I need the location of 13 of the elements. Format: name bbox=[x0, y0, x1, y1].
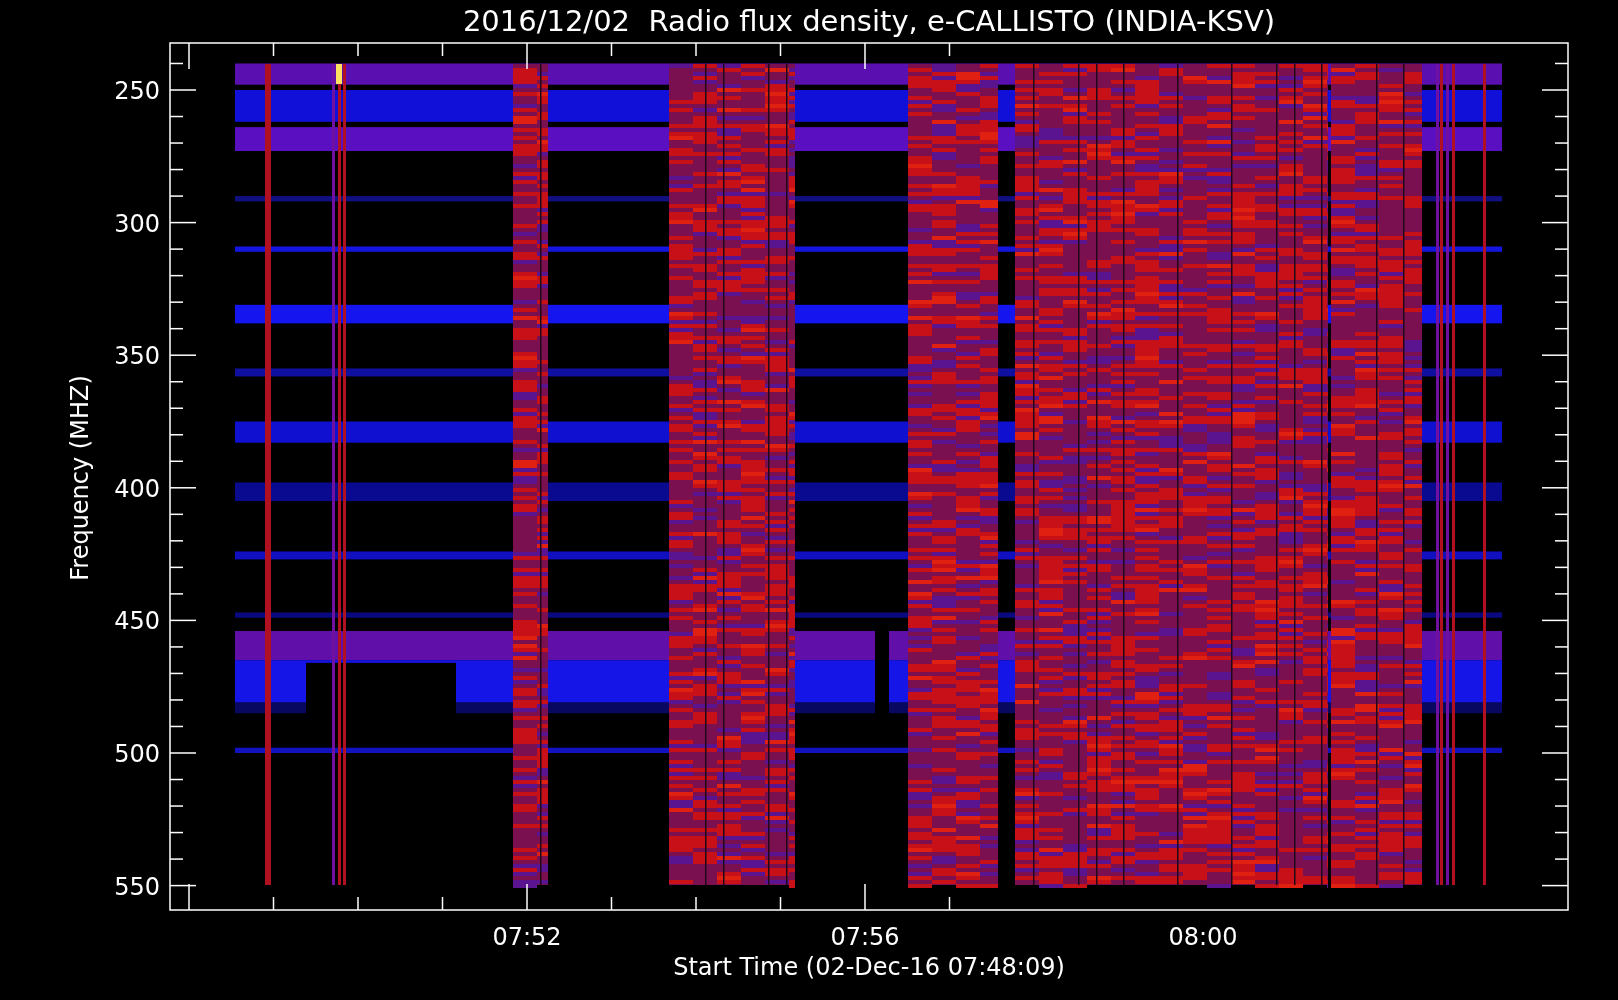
x-tick-label: 07:52 bbox=[492, 923, 562, 951]
y-tick-label: 500 bbox=[114, 740, 160, 768]
x-axis-label: Start Time (02-Dec-16 07:48:09) bbox=[673, 953, 1065, 981]
chart-title: 2016/12/02 Radio flux density, e-CALLISTO (INDIA-KSV) bbox=[462, 4, 1276, 38]
y-axis-label: Frequency (MHZ) bbox=[66, 375, 94, 581]
x-tick-label: 07:56 bbox=[830, 923, 900, 951]
x-tick-label: 08:00 bbox=[1168, 923, 1238, 951]
y-tick-label: 400 bbox=[114, 474, 160, 503]
y-tick-label: 300 bbox=[114, 209, 160, 238]
y-tick-label: 250 bbox=[114, 77, 160, 105]
y-tick-label: 350 bbox=[114, 342, 160, 371]
y-tick-label: 450 bbox=[114, 607, 160, 636]
y-tick-label: 550 bbox=[114, 872, 160, 901]
